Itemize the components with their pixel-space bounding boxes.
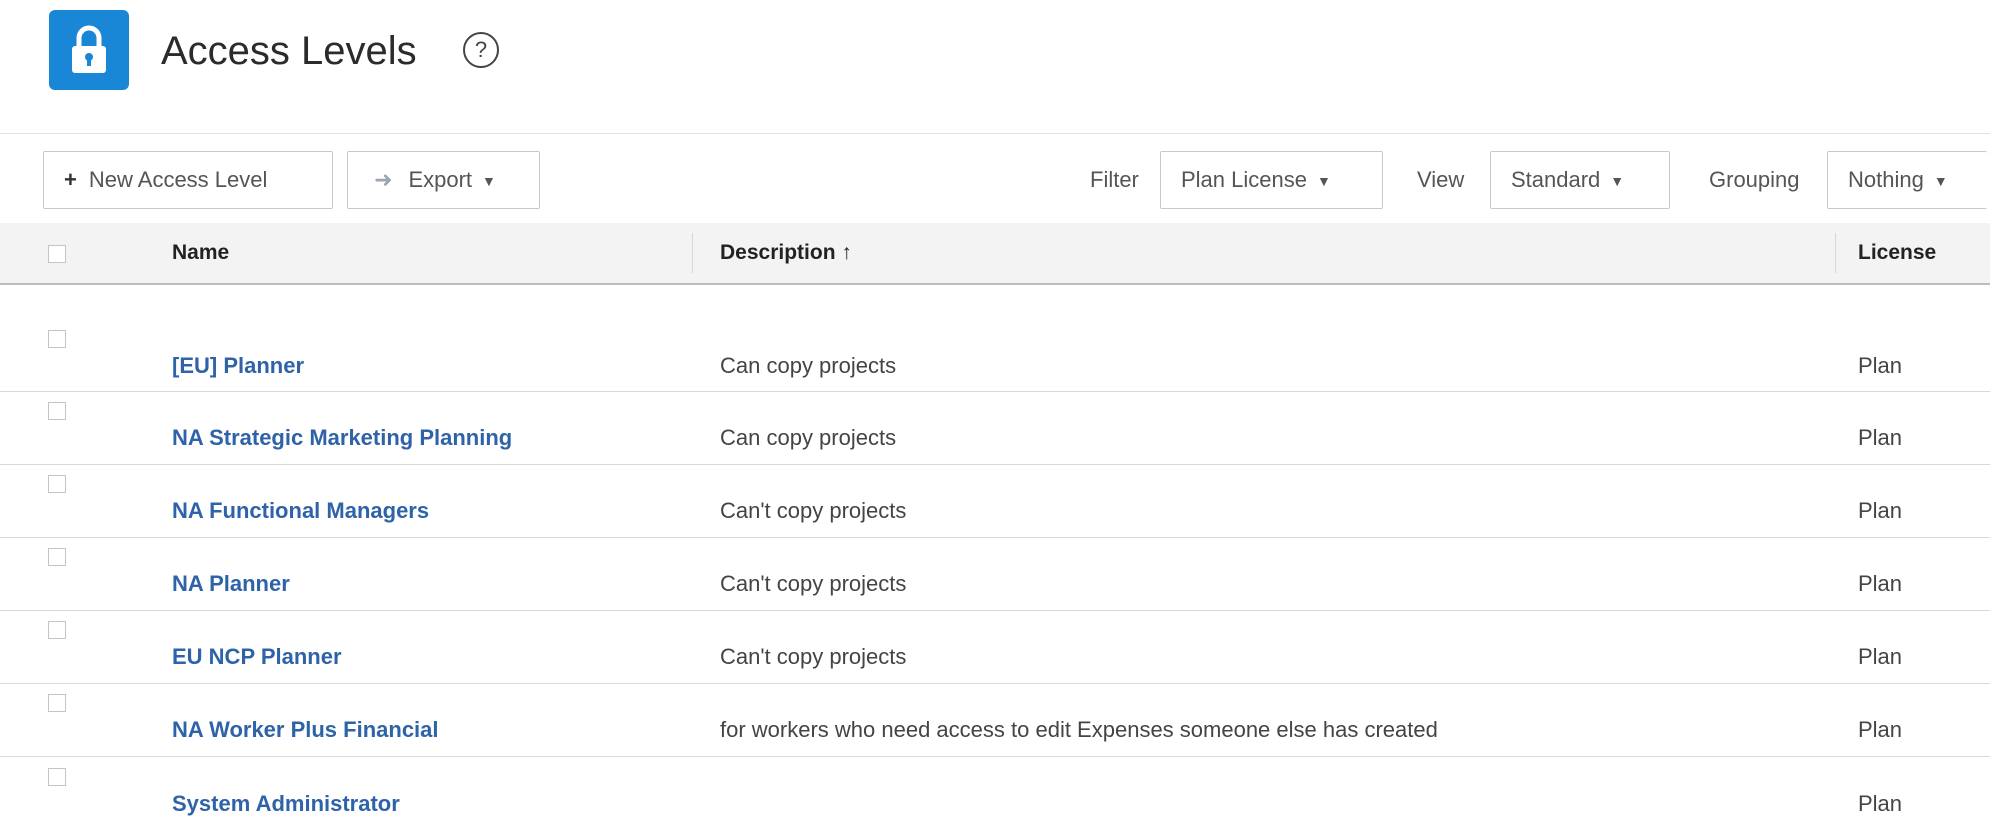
access-level-description: Can't copy projects xyxy=(720,571,907,596)
new-access-level-button[interactable]: + New Access Level xyxy=(43,151,333,209)
access-level-name-link[interactable]: NA Planner xyxy=(172,571,290,597)
access-level-name-link[interactable]: NA Worker Plus Financial xyxy=(172,717,439,743)
access-level-license: Plan xyxy=(1858,352,1903,378)
sort-ascending-icon: ↑ xyxy=(841,241,852,264)
table-row: EU NCP Planner Can't copy projects Plan xyxy=(0,611,1990,684)
app-icon xyxy=(49,10,129,90)
chevron-down-icon: ▼ xyxy=(1933,173,1948,190)
access-level-description: Can copy projects xyxy=(720,425,897,450)
toolbar: + New Access Level ➜ Export ▼ Filter Plan L… xyxy=(0,133,1990,223)
access-level-license: Plan xyxy=(1858,644,1903,669)
access-level-license: Plan xyxy=(1858,571,1903,596)
column-divider xyxy=(1835,233,1836,273)
access-level-name-link[interactable]: NA Strategic Marketing Planning xyxy=(172,425,512,451)
access-level-license: Plan xyxy=(1858,498,1903,523)
page-title: Access Levels xyxy=(161,29,417,73)
column-header-license[interactable]: License xyxy=(1858,223,1936,283)
page-header: Access Levels ? xyxy=(0,0,1990,100)
access-level-license: Plan xyxy=(1858,425,1903,450)
grouping-value: Nothing xyxy=(1848,167,1924,192)
row-checkbox[interactable] xyxy=(48,621,66,639)
view-label: View xyxy=(1417,167,1465,192)
table-row: System Administrator Plan xyxy=(0,757,1990,830)
access-level-description: for workers who need access to edit Expe… xyxy=(720,717,1438,742)
access-level-name-link[interactable]: [EU] Planner xyxy=(172,353,304,379)
access-level-name-link[interactable]: EU NCP Planner xyxy=(172,644,342,670)
table-header: Name Description ↑ License xyxy=(0,223,1990,285)
row-checkbox[interactable] xyxy=(48,329,66,348)
column-header-description-label: Description xyxy=(720,241,836,264)
view-value: Standard xyxy=(1511,167,1601,192)
filter-label: Filter xyxy=(1090,167,1139,192)
new-access-level-label: New Access Level xyxy=(88,167,268,192)
arrow-right-icon: ➜ xyxy=(374,167,393,192)
table-row: NA Worker Plus Financial for workers who… xyxy=(0,684,1990,757)
table-row: NA Planner Can't copy projects Plan xyxy=(0,538,1990,611)
column-header-description[interactable]: Description ↑ xyxy=(720,223,852,283)
column-header-name[interactable]: Name xyxy=(172,223,229,283)
row-checkbox[interactable] xyxy=(48,475,66,493)
select-all-checkbox[interactable] xyxy=(48,245,66,263)
grouping-label: Grouping xyxy=(1709,167,1800,192)
access-level-name-link[interactable]: NA Functional Managers xyxy=(172,498,429,524)
row-checkbox[interactable] xyxy=(48,402,66,420)
access-level-description: Can't copy projects xyxy=(720,644,907,669)
export-button[interactable]: ➜ Export ▼ xyxy=(347,151,540,209)
access-level-license: Plan xyxy=(1858,790,1903,816)
row-checkbox[interactable] xyxy=(48,767,66,786)
plus-icon: + xyxy=(64,167,77,192)
chevron-down-icon: ▼ xyxy=(482,173,496,190)
column-divider xyxy=(692,233,693,273)
access-level-name-link[interactable]: System Administrator xyxy=(172,791,400,817)
filter-value: Plan License xyxy=(1181,167,1307,192)
grouping-dropdown[interactable]: Nothing ▼ xyxy=(1827,151,1987,209)
view-dropdown[interactable]: Standard ▼ xyxy=(1490,151,1670,209)
access-level-description: Can't copy projects xyxy=(720,498,907,523)
access-level-description: Can copy projects xyxy=(720,352,897,378)
chevron-down-icon: ▼ xyxy=(1610,173,1625,190)
filter-dropdown[interactable]: Plan License ▼ xyxy=(1160,151,1383,209)
chevron-down-icon: ▼ xyxy=(1316,173,1331,190)
row-checkbox[interactable] xyxy=(48,694,66,712)
help-icon[interactable]: ? xyxy=(463,32,499,68)
table-row: [EU] Planner Can copy projects Plan xyxy=(0,320,1990,392)
access-level-license: Plan xyxy=(1858,717,1903,742)
row-checkbox[interactable] xyxy=(48,548,66,566)
table-row: NA Functional Managers Can't copy projec… xyxy=(0,465,1990,538)
table-row: NA Strategic Marketing Planning Can copy… xyxy=(0,392,1990,465)
export-label: Export xyxy=(408,167,473,192)
